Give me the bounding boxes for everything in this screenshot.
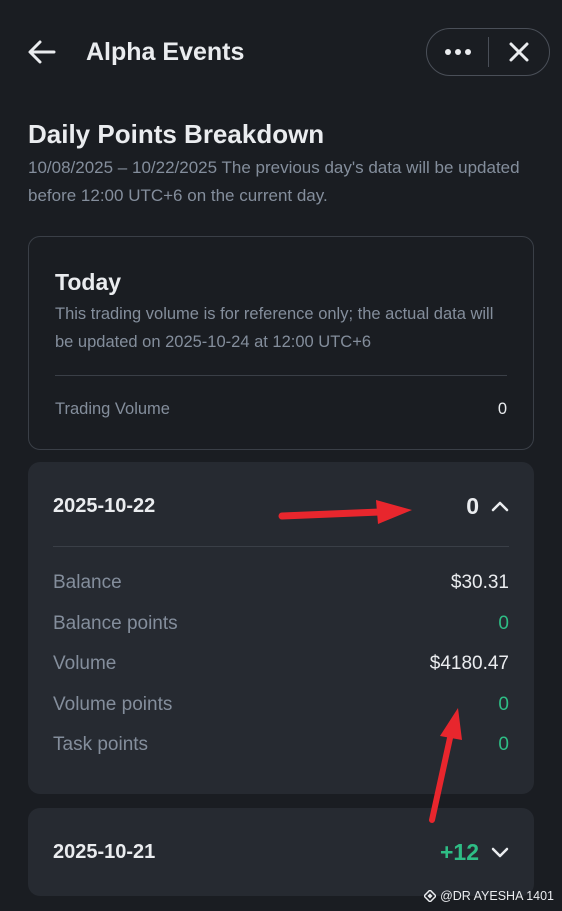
volume-points-row: Volume points 0 xyxy=(53,692,509,718)
volume-points-label: Volume points xyxy=(53,694,173,715)
balance-points-row: Balance points 0 xyxy=(53,611,509,637)
top-bar: Alpha Events xyxy=(0,0,562,104)
day-card-2025-10-22: 2025-10-22 0 Balance $30.31 Balance poin… xyxy=(28,462,534,794)
task-points-row: Task points 0 xyxy=(53,732,509,758)
volume-value: $4180.47 xyxy=(429,653,509,674)
page-title: Alpha Events xyxy=(86,38,245,66)
more-dots-icon xyxy=(444,49,471,55)
day-points-total: 0 xyxy=(466,492,479,519)
close-button[interactable] xyxy=(489,29,549,75)
day-date: 2025-10-22 xyxy=(53,494,156,517)
balance-row: Balance $30.31 xyxy=(53,570,509,596)
volume-points-value: 0 xyxy=(498,694,509,715)
today-card: Today This trading volume is for referen… xyxy=(28,236,534,450)
back-button[interactable] xyxy=(26,36,58,68)
diamond-logo-icon xyxy=(424,890,437,902)
close-icon xyxy=(509,42,529,62)
day-points-total: +12 xyxy=(439,838,479,865)
balance-points-value: 0 xyxy=(498,613,509,634)
balance-points-label: Balance points xyxy=(53,613,178,634)
day-date: 2025-10-21 xyxy=(53,840,156,863)
watermark: @DR AYESHA 1401 xyxy=(424,889,554,903)
volume-label: Volume xyxy=(53,653,117,674)
day-card-2025-10-21[interactable]: 2025-10-21 +12 xyxy=(28,808,534,896)
today-note: This trading volume is for reference onl… xyxy=(55,305,494,351)
chevron-down-icon[interactable] xyxy=(491,846,509,858)
today-title: Today xyxy=(55,269,122,295)
balance-label: Balance xyxy=(53,572,122,593)
watermark-text: @DR AYESHA 1401 xyxy=(440,889,554,903)
day-total: +12 xyxy=(440,839,509,866)
today-volume-row: Trading Volume 0 xyxy=(55,397,507,421)
alpha-events-page: Alpha Events Daily Points Breakdown 10/0… xyxy=(0,0,562,911)
task-points-value: 0 xyxy=(498,734,509,755)
day-total: 0 xyxy=(466,493,509,520)
day-card-header[interactable]: 2025-10-22 0 xyxy=(53,462,509,550)
breakdown-subtitle: 10/08/2025 – 10/22/2025 The previous day… xyxy=(28,158,520,205)
arrow-left-icon xyxy=(28,40,56,64)
breakdown-title: Daily Points Breakdown xyxy=(28,119,325,149)
trading-volume-value: 0 xyxy=(497,400,507,418)
header-actions xyxy=(426,28,550,76)
day-card-header[interactable]: 2025-10-21 +12 xyxy=(53,808,509,896)
task-points-label: Task points xyxy=(53,734,149,755)
chevron-up-icon[interactable] xyxy=(491,500,509,512)
more-button[interactable] xyxy=(427,29,488,75)
balance-value: $30.31 xyxy=(450,572,509,593)
today-divider xyxy=(55,375,507,376)
day-card-divider xyxy=(53,546,509,547)
trading-volume-label: Trading Volume xyxy=(55,400,170,418)
volume-row: Volume $4180.47 xyxy=(53,651,509,677)
